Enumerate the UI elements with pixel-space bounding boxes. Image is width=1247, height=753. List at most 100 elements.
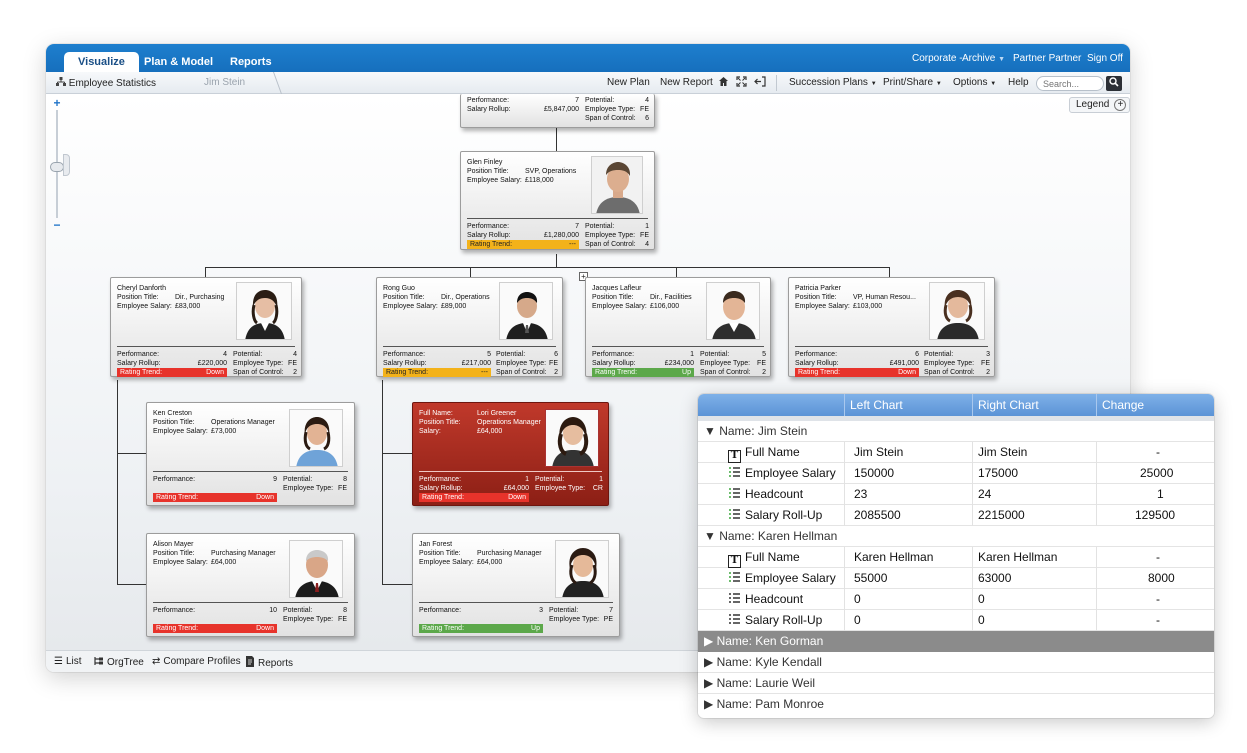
employee-card-top[interactable]: Performance: 7 Salary Rollup: £5,847,000 P… xyxy=(460,94,655,128)
panel-collapse-handle[interactable] xyxy=(63,154,70,176)
expand-plus-icon: + xyxy=(1114,99,1127,111)
help-link[interactable]: Help xyxy=(1008,77,1029,89)
employee-card-jan-forest[interactable]: Jan Forest Position Title: Purchasing Man… xyxy=(412,533,620,637)
zoom-out-button[interactable]: − xyxy=(50,218,64,232)
new-plan-button[interactable]: New Plan xyxy=(607,77,650,89)
connector-line xyxy=(117,453,146,454)
avatar xyxy=(555,540,609,598)
home-icon[interactable] xyxy=(718,76,729,91)
text-icon: T xyxy=(728,450,741,463)
list-view-button[interactable]: ☰ List xyxy=(54,656,82,668)
avatar xyxy=(545,409,599,467)
compare-row[interactable]: Employee Salary 55000 63000 8000 xyxy=(698,568,1214,589)
new-report-button[interactable]: New Report xyxy=(660,77,713,89)
user-link[interactable]: Partner Partner xyxy=(1013,52,1081,66)
card-identity: Patricia Parker Position Title: VP, Human… xyxy=(795,285,916,310)
column-header-left-chart[interactable]: Left Chart xyxy=(850,398,903,412)
compare-row[interactable]: T Full Name Jim Stein Jim Stein - xyxy=(698,442,1214,463)
zoom-in-button[interactable]: + xyxy=(50,96,64,110)
avatar xyxy=(591,156,643,214)
rating-trend-bar: Rating Trend: --- xyxy=(467,240,579,249)
group-row-ken-gorman[interactable]: ▶ Name: Ken Gorman xyxy=(698,631,1214,652)
number-green-icon xyxy=(728,466,741,479)
chevron-down-icon: ▼ xyxy=(935,81,942,87)
connector-line xyxy=(205,267,889,268)
card-divider xyxy=(419,471,602,472)
reports-view-button[interactable]: Reports xyxy=(245,656,293,670)
search-button[interactable] xyxy=(1106,76,1122,91)
rating-trend-bar: Rating Trend: Down xyxy=(153,624,277,633)
number-green-icon xyxy=(728,487,741,500)
chevron-down-icon: ▼ xyxy=(990,81,997,87)
employee-card-glen-finley[interactable]: Glen Finley Position Title: SVP, Operatio… xyxy=(460,151,655,250)
fullscreen-icon[interactable] xyxy=(736,76,747,91)
compare-profiles-panel: Left Chart Right Chart Change ▼ Name: Ji… xyxy=(698,394,1214,718)
toolbar-separator xyxy=(776,75,777,91)
column-header-right-chart[interactable]: Right Chart xyxy=(978,398,1039,412)
employee-card-rong-guo[interactable]: Rong Guo Position Title: Dir., Operations… xyxy=(376,277,563,377)
search-icon xyxy=(1109,77,1119,89)
employee-card-alison-mayer[interactable]: Alison Mayer Position Title: Purchasing M… xyxy=(146,533,355,637)
org-chart-icon xyxy=(56,77,69,89)
tree-icon xyxy=(94,656,104,669)
connector-line xyxy=(556,128,557,151)
succession-plans-menu[interactable]: Succession Plans ▼ xyxy=(789,77,877,90)
compare-row[interactable]: Employee Salary 150000 175000 25000 xyxy=(698,463,1214,484)
compare-profiles-button[interactable]: ⇄ Compare Profiles xyxy=(152,656,241,668)
chevron-down-icon: ▼ xyxy=(870,81,877,87)
group-row-laurie-weil[interactable]: ▶ Name: Laurie Weil xyxy=(698,673,1214,694)
column-header-change[interactable]: Change xyxy=(1102,398,1144,412)
breadcrumb-current[interactable]: Jim Stein xyxy=(204,77,245,89)
compare-row[interactable]: Headcount 0 0 - xyxy=(698,589,1214,610)
legend-button[interactable]: Legend + xyxy=(1069,97,1130,113)
card-identity: Jan Forest Position Title: Purchasing Man… xyxy=(419,541,542,566)
avatar xyxy=(236,282,292,340)
rating-trend-bar: Rating Trend: Down xyxy=(795,368,919,377)
compare-row[interactable]: Salary Roll-Up 0 0 - xyxy=(698,610,1214,631)
card-divider xyxy=(153,602,348,603)
connector-line xyxy=(205,267,206,277)
archive-dropdown[interactable]: Archive ▼ xyxy=(962,52,1005,67)
group-row-pam-monroe[interactable]: ▶ Name: Pam Monroe xyxy=(698,694,1214,715)
zoom-knob[interactable] xyxy=(50,162,64,172)
group-row-kyle-kendall[interactable]: ▶ Name: Kyle Kendall xyxy=(698,652,1214,673)
succession-plans-label: Succession Plans xyxy=(789,77,868,88)
search-input[interactable] xyxy=(1036,76,1104,91)
tab-visualize[interactable]: Visualize xyxy=(64,52,139,72)
group-row-karen-hellman[interactable]: ▼ Name: Karen Hellman xyxy=(698,526,1214,547)
print-share-menu[interactable]: Print/Share ▼ xyxy=(883,77,942,90)
orgtree-label: OrgTree xyxy=(107,657,144,668)
zoom-slider[interactable]: + − xyxy=(50,96,64,234)
connector-line xyxy=(382,380,383,584)
number-green-icon xyxy=(728,571,741,584)
card-divider xyxy=(419,602,613,603)
tab-plan-model[interactable]: Plan & Model xyxy=(144,52,213,72)
compare-row[interactable]: Salary Roll-Up 2085500 2215000 129500 xyxy=(698,505,1214,526)
connector-line xyxy=(382,584,412,585)
group-title: ▶ Name: Kyle Kendall xyxy=(704,655,822,669)
tab-reports[interactable]: Reports xyxy=(230,52,272,72)
list-label: List xyxy=(65,656,82,667)
card-divider xyxy=(592,346,764,347)
orgtree-view-button[interactable]: OrgTree xyxy=(94,656,144,669)
compare-row[interactable]: T Full Name Karen Hellman Karen Hellman - xyxy=(698,547,1214,568)
group-title: ▶ Name: Ken Gorman xyxy=(704,634,824,648)
connector-line xyxy=(117,380,118,584)
employee-card-lori-greener[interactable]: Full Name: Lori Greener Position Title: Op… xyxy=(412,402,609,506)
employee-card-jacques-lafleur[interactable]: Jacques Lafleur Position Title: Dir., Fac… xyxy=(585,277,771,377)
exit-icon[interactable] xyxy=(754,76,766,91)
print-share-label: Print/Share xyxy=(883,77,934,88)
card-divider xyxy=(153,471,348,472)
connector-line xyxy=(117,584,146,585)
employee-card-cheryl-danforth[interactable]: Cheryl Danforth Position Title: Dir., Pur… xyxy=(110,277,302,377)
employee-card-ken-creston[interactable]: Ken Creston Position Title: Operations Ma… xyxy=(146,402,355,506)
options-menu[interactable]: Options ▼ xyxy=(953,77,996,90)
breadcrumb-root[interactable]: Employee Statistics xyxy=(56,77,156,90)
group-row-jim-stein[interactable]: ▼ Name: Jim Stein xyxy=(698,421,1214,442)
employee-card-patricia-parker[interactable]: Patricia Parker Position Title: VP, Human… xyxy=(788,277,995,377)
sign-off-link[interactable]: Sign Off xyxy=(1087,52,1123,66)
number-dark-icon xyxy=(728,592,741,605)
card-identity: Full Name: Lori Greener Position Title: Op… xyxy=(419,410,541,435)
compare-row[interactable]: Headcount 23 24 1 xyxy=(698,484,1214,505)
rating-trend-bar: Rating Trend: Up xyxy=(419,624,543,633)
